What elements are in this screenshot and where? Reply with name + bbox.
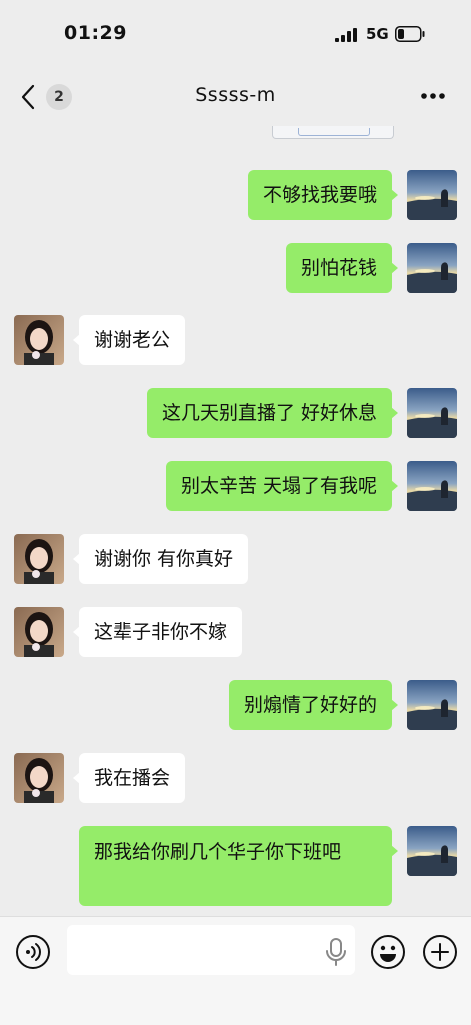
plus-icon[interactable]: [422, 934, 458, 970]
network-type: 5G: [366, 25, 389, 43]
my-avatar[interactable]: [407, 170, 457, 220]
contact-avatar[interactable]: [14, 753, 64, 803]
microphone-icon[interactable]: [318, 934, 354, 970]
message-bubble[interactable]: 别煽情了好好的: [228, 680, 399, 730]
message-bubble[interactable]: 谢谢你 有你真好: [72, 534, 249, 584]
my-avatar[interactable]: [407, 388, 457, 438]
voice-icon[interactable]: [15, 934, 51, 970]
contact-avatar[interactable]: [14, 315, 64, 365]
message-bubble[interactable]: 这几天别直播了 好好休息: [146, 388, 399, 438]
message-bubble[interactable]: 这辈子非你不嫁: [72, 607, 243, 657]
my-avatar[interactable]: [407, 826, 457, 876]
more-dots-icon[interactable]: [420, 92, 446, 100]
contact-avatar[interactable]: [14, 534, 64, 584]
clipped-card-message[interactable]: [272, 126, 394, 139]
emoji-icon[interactable]: [370, 934, 406, 970]
message-bubble[interactable]: 不够找我要哦: [247, 170, 399, 220]
status-bar: 01:29 5G: [0, 0, 471, 66]
chat-title: Sssss-m: [195, 84, 276, 106]
signal-icon: [335, 28, 357, 42]
message-bubble[interactable]: 别怕花钱: [285, 243, 399, 293]
my-avatar[interactable]: [407, 680, 457, 730]
message-input[interactable]: [67, 925, 355, 975]
my-avatar[interactable]: [407, 461, 457, 511]
battery-icon: [395, 26, 425, 42]
message-bubble[interactable]: 别太辛苦 天塌了有我呢: [165, 461, 399, 511]
contact-avatar[interactable]: [14, 607, 64, 657]
message-bubble[interactable]: 那我给你刷几个华子你下班吧: [79, 826, 398, 906]
my-avatar[interactable]: [407, 243, 457, 293]
status-time: 01:29: [64, 22, 127, 44]
message-bubble[interactable]: 我在播会: [72, 753, 186, 803]
message-bubble[interactable]: 谢谢老公: [72, 315, 186, 365]
